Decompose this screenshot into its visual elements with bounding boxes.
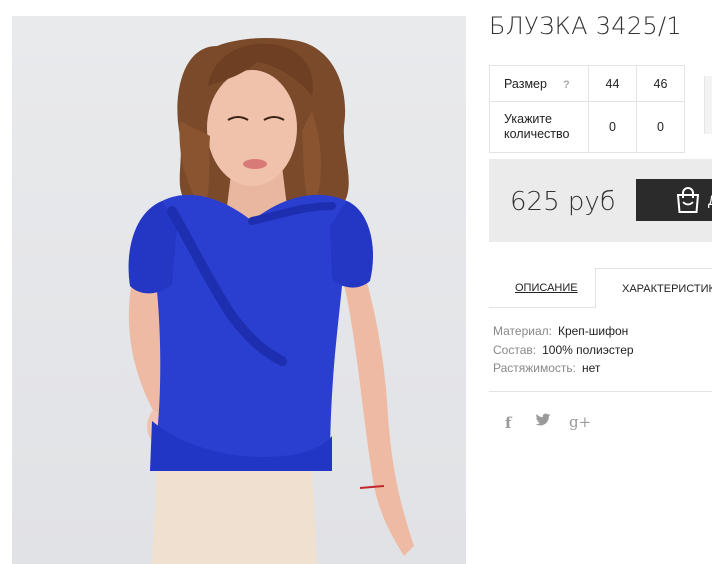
table-scroll-edge[interactable] xyxy=(704,76,712,134)
product-price: 625 руб xyxy=(510,187,616,217)
product-photo[interactable] xyxy=(12,16,466,564)
quantity-label-line2: количество xyxy=(504,127,570,141)
spec-row-material: Материал: Креп-шифон xyxy=(493,324,634,343)
quantity-label-cell: Укажите количество xyxy=(489,101,589,153)
spec-key: Растяжимость: xyxy=(493,361,577,375)
spec-row-composition: Состав: 100% полиэстер xyxy=(493,343,634,362)
product-tabs: ОПИСАНИЕ ХАРАКТЕРИСТИК xyxy=(489,268,712,309)
size-label-cell: Размер? xyxy=(489,65,589,102)
size-label: Размер xyxy=(504,76,547,91)
size-option-44[interactable]: 44 xyxy=(588,65,637,102)
quantity-input-46[interactable]: 0 xyxy=(636,101,685,153)
spec-row-stretch: Растяжимость: нет xyxy=(493,361,634,380)
divider xyxy=(489,391,712,392)
model-illustration xyxy=(128,38,414,564)
quantity-input-44[interactable]: 0 xyxy=(588,101,637,153)
quantity-label-line1: Укажите xyxy=(504,112,552,126)
spec-value: нет xyxy=(582,361,601,375)
quantity-row: Укажите количество 0 0 xyxy=(489,101,685,153)
product-title: БЛУЗКА 3425/1 xyxy=(489,12,682,40)
size-quantity-table: Размер? 44 46 Укажите количество 0 0 xyxy=(489,65,685,153)
shopping-bag-icon xyxy=(676,187,700,213)
spec-key: Состав: xyxy=(493,342,537,357)
size-row: Размер? 44 46 xyxy=(489,65,685,102)
question-icon[interactable]: ? xyxy=(563,79,570,91)
facebook-icon[interactable]: f xyxy=(505,414,511,432)
tab-characteristics[interactable]: ХАРАКТЕРИСТИК xyxy=(595,268,712,309)
characteristics-list: Материал: Креп-шифон Состав: 100% полиэсте… xyxy=(493,324,634,380)
twitter-icon[interactable] xyxy=(535,413,551,427)
tab-description[interactable]: ОПИСАНИЕ xyxy=(515,268,578,308)
add-to-cart-label: Д xyxy=(708,192,712,208)
spec-key: Материал: xyxy=(493,324,552,338)
price-box: 625 руб Д xyxy=(489,159,712,242)
spec-value: 100% полиэстер xyxy=(542,342,634,357)
google-plus-icon[interactable]: g+ xyxy=(569,413,591,431)
add-to-cart-button[interactable]: Д xyxy=(636,179,712,221)
spec-value: Креп-шифон xyxy=(557,324,629,338)
size-option-46[interactable]: 46 xyxy=(636,65,685,102)
